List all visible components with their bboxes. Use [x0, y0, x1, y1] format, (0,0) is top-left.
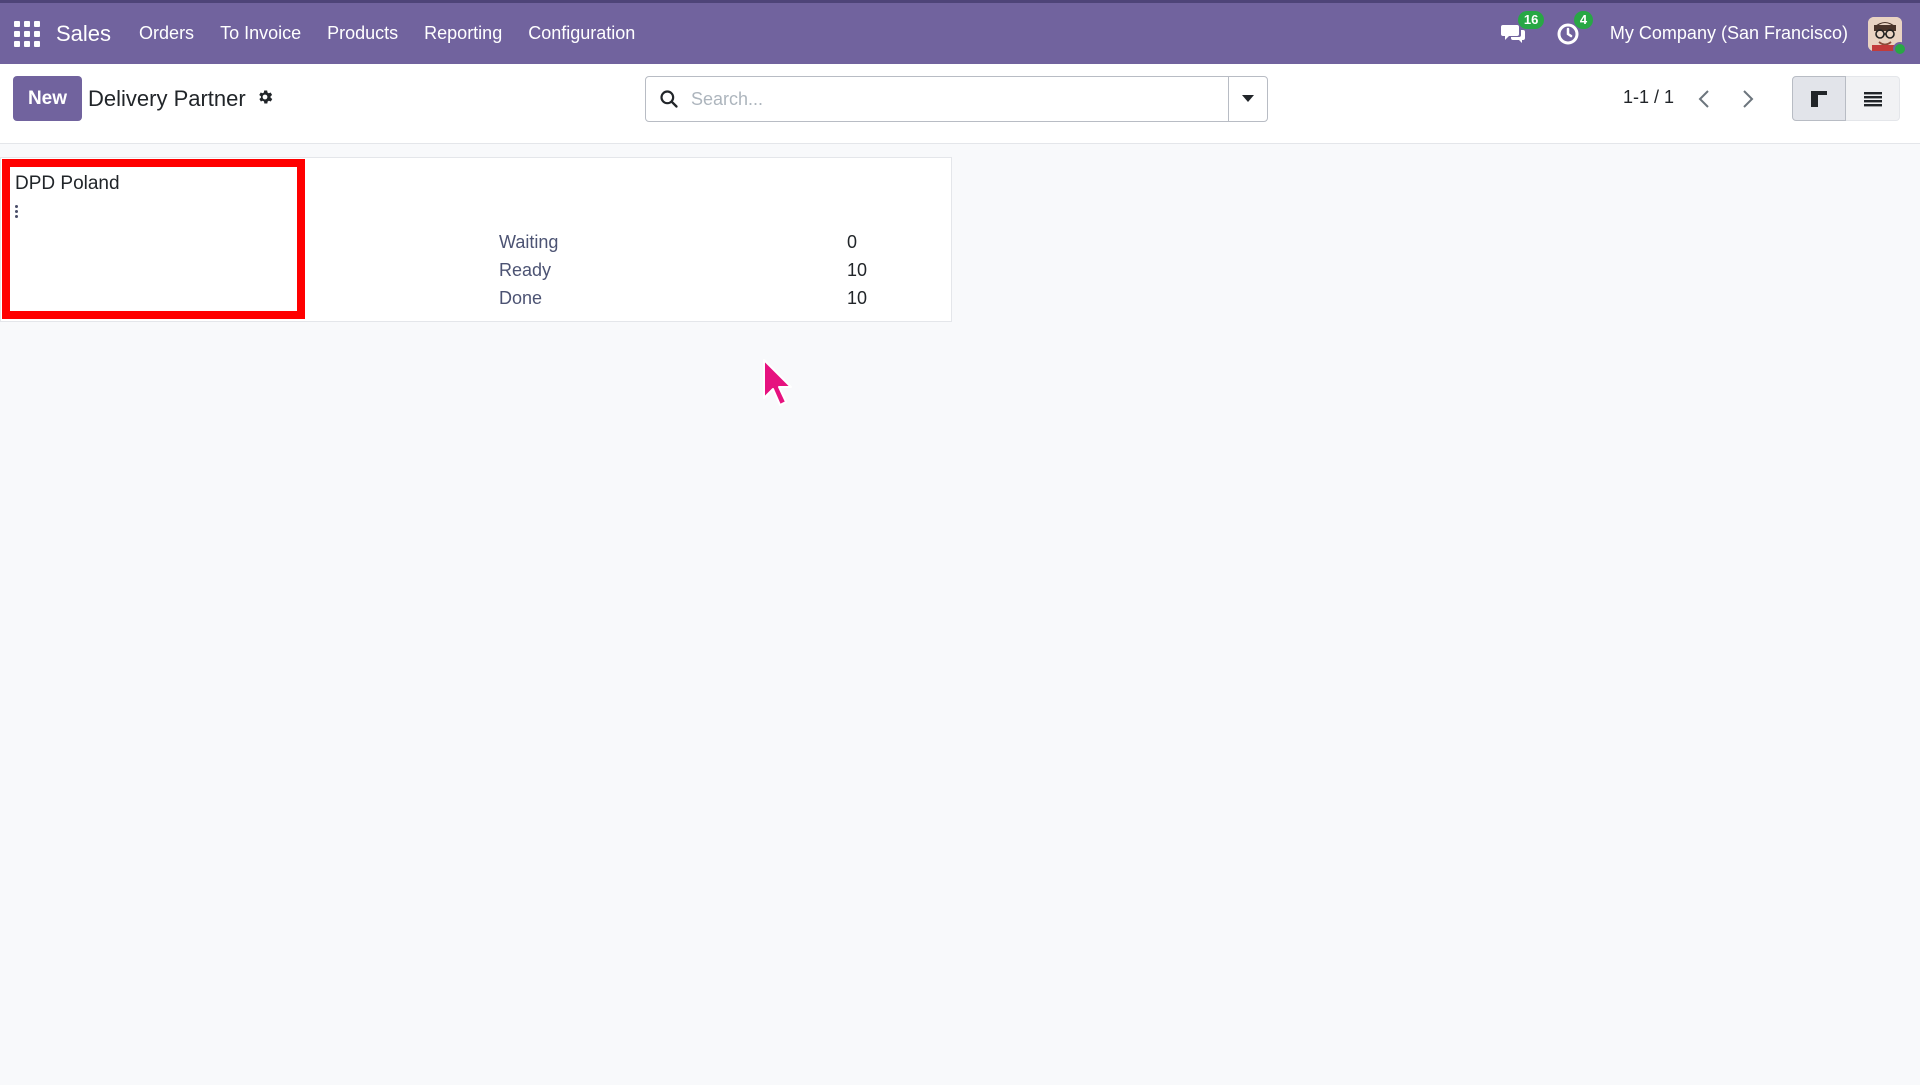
user-avatar[interactable] — [1868, 16, 1907, 56]
activities-badge: 4 — [1573, 10, 1594, 29]
stat-value: 0 — [847, 231, 858, 252]
chevron-right-icon — [1743, 90, 1754, 108]
stat-label: Done — [499, 287, 543, 308]
stat-row-waiting[interactable]: Waiting 0 — [499, 228, 867, 256]
search-input[interactable] — [691, 77, 1228, 121]
kanban-record-card[interactable]: DPD Poland Waiting 0 Ready 10 Done 10 — [0, 157, 952, 322]
systray: 16 4 My Company (San Francisco) — [1500, 3, 1920, 64]
kanban-icon — [1811, 90, 1827, 107]
search-bar — [645, 76, 1268, 122]
company-switcher[interactable]: My Company (San Francisco) — [1610, 23, 1848, 44]
kanban-view-button[interactable] — [1792, 76, 1846, 121]
app-brand[interactable]: Sales — [56, 21, 111, 47]
pager-value[interactable]: 1-1 / 1 — [1623, 87, 1674, 108]
search-options-toggle[interactable] — [1228, 77, 1267, 121]
search-icon — [660, 90, 678, 108]
messages-badge: 16 — [1517, 10, 1545, 29]
menu-item-orders[interactable]: Orders — [139, 23, 194, 44]
stat-label: Ready — [499, 259, 552, 280]
record-stats: Waiting 0 Ready 10 Done 10 — [499, 228, 867, 312]
page-title: Delivery Partner — [88, 86, 246, 111]
gear-icon[interactable] — [256, 88, 274, 106]
menu-item-reporting[interactable]: Reporting — [424, 23, 502, 44]
record-name: DPD Poland — [15, 173, 120, 194]
list-view-button[interactable] — [1846, 76, 1900, 121]
stat-label: Waiting — [499, 231, 559, 252]
menu-item-to-invoice[interactable]: To Invoice — [220, 23, 301, 44]
menu-item-configuration[interactable]: Configuration — [528, 23, 635, 44]
top-navbar: Sales Orders To Invoice Products Reporti… — [0, 0, 1920, 64]
new-button[interactable]: New — [13, 76, 82, 121]
chevron-left-icon — [1698, 90, 1709, 108]
view-switcher — [1792, 76, 1900, 121]
list-icon — [1863, 91, 1882, 106]
caret-down-icon — [1242, 95, 1254, 102]
stat-row-done[interactable]: Done 10 — [499, 284, 867, 312]
menu-item-products[interactable]: Products — [327, 23, 398, 44]
kebab-menu-icon[interactable] — [15, 205, 18, 218]
pager-next-button[interactable] — [1730, 79, 1766, 119]
activities-button[interactable]: 4 — [1556, 10, 1594, 49]
stat-value: 10 — [847, 287, 868, 308]
stat-value: 10 — [847, 259, 868, 280]
messages-button[interactable]: 16 — [1500, 10, 1545, 49]
stat-row-ready[interactable]: Ready 10 — [499, 256, 867, 284]
online-status-dot — [1893, 41, 1907, 56]
pager-previous-button[interactable] — [1686, 79, 1722, 119]
control-panel: New Delivery Partner 1-1 / 1 — [0, 64, 1920, 144]
apps-grid-icon[interactable] — [14, 20, 40, 47]
mouse-pointer-icon — [763, 359, 792, 406]
